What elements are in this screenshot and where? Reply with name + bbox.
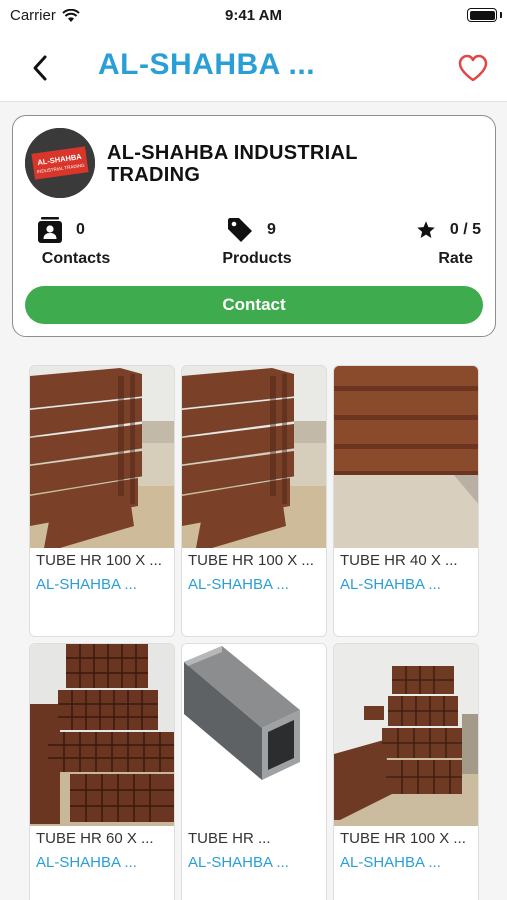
back-button[interactable] bbox=[22, 50, 58, 86]
product-image bbox=[182, 644, 326, 826]
favorite-button[interactable] bbox=[455, 50, 491, 86]
chevron-left-icon bbox=[33, 55, 47, 81]
product-store-name: AL-SHAHBA ... bbox=[188, 854, 289, 871]
product-image bbox=[334, 366, 478, 548]
contacts-label: Contacts bbox=[41, 250, 111, 267]
product-store-name: AL-SHAHBA ... bbox=[36, 854, 137, 871]
product-card[interactable]: TUBE HR 100 X ... AL-SHAHBA ... bbox=[29, 365, 175, 637]
product-image bbox=[30, 644, 174, 826]
product-store-name: AL-SHAHBA ... bbox=[340, 854, 441, 871]
product-card[interactable]: TUBE HR 100 X ... AL-SHAHBA ... bbox=[181, 365, 327, 637]
battery-icon bbox=[467, 8, 497, 22]
product-image bbox=[334, 644, 478, 826]
product-title: TUBE HR 100 X ... bbox=[340, 830, 466, 847]
products-label: Products bbox=[222, 250, 292, 267]
rate-value: 0 / 5 bbox=[449, 221, 481, 238]
star-icon bbox=[417, 221, 435, 238]
products-count: 9 bbox=[267, 221, 276, 238]
tag-icon bbox=[228, 218, 252, 242]
product-card[interactable]: TUBE HR 100 X ... AL-SHAHBA ... bbox=[333, 643, 479, 900]
product-store-name: AL-SHAHBA ... bbox=[188, 576, 289, 593]
store-name: AL-SHAHBA INDUSTRIAL TRADING bbox=[107, 142, 358, 186]
product-card[interactable]: TUBE HR 40 X ... AL-SHAHBA ... bbox=[333, 365, 479, 637]
page-title: AL-SHAHBA ... bbox=[98, 48, 316, 81]
store-logo: AL-SHAHBA INDUSTRIAL TRADING bbox=[25, 128, 95, 198]
product-store-name: AL-SHAHBA ... bbox=[36, 576, 137, 593]
battery-tip bbox=[500, 12, 502, 18]
product-title: TUBE HR 40 X ... bbox=[340, 552, 458, 569]
status-time: 9:41 AM bbox=[225, 7, 282, 24]
product-image bbox=[182, 366, 326, 548]
status-bar: Carrier 9:41 AM bbox=[0, 0, 507, 32]
product-image bbox=[30, 366, 174, 548]
product-title: TUBE HR ... bbox=[188, 830, 271, 847]
product-card[interactable]: TUBE HR 60 X ... AL-SHAHBA ... bbox=[29, 643, 175, 900]
product-title: TUBE HR 100 X ... bbox=[188, 552, 314, 569]
product-card[interactable]: TUBE HR ... AL-SHAHBA ... bbox=[181, 643, 327, 900]
navigation-bar: AL-SHAHBA ... bbox=[0, 32, 507, 102]
stat-rate: 0 / 5 Rate bbox=[399, 216, 481, 268]
product-title: TUBE HR 100 X ... bbox=[36, 552, 162, 569]
product-store-name: AL-SHAHBA ... bbox=[340, 576, 441, 593]
product-title: TUBE HR 60 X ... bbox=[36, 830, 154, 847]
heart-icon bbox=[458, 54, 488, 82]
contacts-count: 0 bbox=[76, 221, 85, 238]
stat-products: 9 Products bbox=[217, 216, 297, 268]
rate-label: Rate bbox=[438, 250, 473, 267]
stat-contacts: 0 Contacts bbox=[38, 216, 114, 268]
contact-card-icon bbox=[38, 217, 62, 243]
store-info-card: AL-SHAHBA INDUSTRIAL TRADING AL-SHAHBA I… bbox=[12, 115, 496, 337]
contact-button[interactable]: Contact bbox=[25, 286, 483, 324]
